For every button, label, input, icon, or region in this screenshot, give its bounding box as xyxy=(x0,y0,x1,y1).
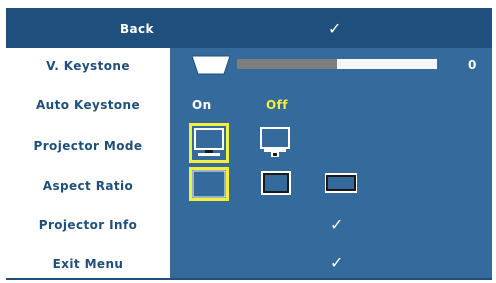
exit-menu-check-icon[interactable]: ✓ xyxy=(330,253,343,272)
exit-menu-label[interactable]: Exit Menu xyxy=(6,257,170,271)
v-keystone-label[interactable]: V. Keystone xyxy=(6,59,170,73)
aspect-original-icon xyxy=(192,170,226,198)
projector-info-check-icon[interactable]: ✓ xyxy=(330,215,343,234)
back-check-icon[interactable]: ✓ xyxy=(328,19,341,38)
projector-mode-label[interactable]: Projector Mode xyxy=(6,139,170,153)
projector-osd-menu: Back ✓ V. Keystone Auto Keystone Project… xyxy=(0,0,496,283)
front-table-projection-icon xyxy=(194,128,224,156)
back-label[interactable]: Back xyxy=(120,22,154,36)
projector-info-label[interactable]: Projector Info xyxy=(6,218,170,232)
v-keystone-slider[interactable] xyxy=(237,59,437,69)
aspect-4-3-option[interactable] xyxy=(260,170,292,196)
aspect-original-option[interactable] xyxy=(189,167,229,201)
aspect-wide-option[interactable] xyxy=(324,170,358,196)
ceiling-mount-projection-option[interactable] xyxy=(258,126,292,160)
back-row[interactable] xyxy=(6,8,492,48)
keystone-trapezoid-icon xyxy=(191,55,231,75)
aspect-ratio-label[interactable]: Aspect Ratio xyxy=(6,179,170,193)
aspect-wide-icon xyxy=(325,173,357,193)
ceiling-mount-projection-icon xyxy=(260,127,290,157)
auto-keystone-off-option[interactable]: Off xyxy=(266,98,288,112)
menu-bottom-border xyxy=(6,278,492,280)
auto-keystone-label[interactable]: Auto Keystone xyxy=(6,98,170,112)
menu-label-column xyxy=(6,48,170,278)
v-keystone-slider-fill xyxy=(237,59,337,69)
v-keystone-value: 0 xyxy=(468,58,477,72)
aspect-4-3-icon xyxy=(261,171,291,195)
front-table-projection-option[interactable] xyxy=(189,123,229,163)
auto-keystone-on-option[interactable]: On xyxy=(192,98,212,112)
